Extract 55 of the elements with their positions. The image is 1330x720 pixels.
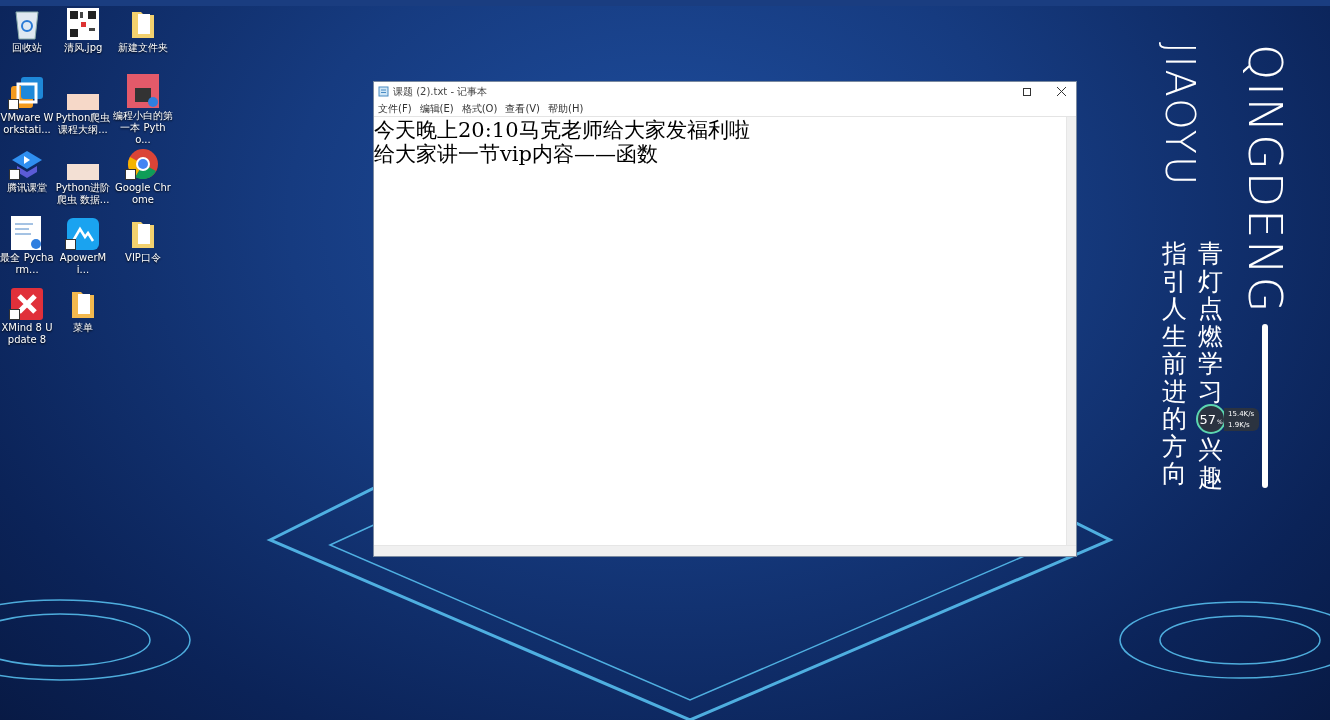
desktop-icon[interactable]: 清风.jpg [54, 4, 112, 74]
wallpaper-slogan: 指引人生前进的方向 [1162, 240, 1187, 488]
qr-code-icon [67, 8, 99, 40]
desktop-icon[interactable]: 最全 Pycharm... [0, 214, 54, 284]
desktop-icon-label: 最全 Pycharm... [0, 252, 54, 276]
app-icon [11, 288, 43, 320]
desktop-icon-label: 菜单 [73, 322, 93, 334]
desktop-icon[interactable]: VIP口令 [112, 214, 174, 284]
horizontal-scrollbar[interactable] [374, 545, 1076, 556]
desktop-icon-label: VMware Workstati... [0, 112, 54, 136]
desktop-icon-label: ApowerMi... [58, 252, 108, 276]
desktop-icon[interactable]: 回收站 [0, 4, 54, 74]
app-icon [67, 218, 99, 250]
desktop-icon-label: Python进阶爬虫 数据... [54, 182, 112, 206]
wallpaper-brand-text: JIAOYU [1160, 42, 1200, 188]
app-icon [10, 76, 44, 110]
desktop-icon-label: 腾讯课堂 [7, 182, 47, 194]
document-thumbnail-icon [67, 94, 99, 110]
text-line: 给大家讲一节vip内容——函数 [374, 142, 660, 166]
desktop-icon-label: 回收站 [12, 42, 42, 54]
desktop-icon[interactable]: 新建文件夹 [112, 4, 174, 74]
desktop-icon-label: Google Chrome [114, 182, 172, 206]
maximize-icon [1023, 87, 1031, 96]
menu-item[interactable]: 帮助(H) [544, 101, 588, 116]
desktop-icon[interactable]: 编程小白的第一本 Pytho... [112, 74, 174, 144]
document-icon [11, 216, 43, 250]
wallpaper-slogan: 青灯点燃学习 [1198, 240, 1223, 405]
desktop-icon[interactable]: XMind 8 Update 8 [0, 284, 54, 354]
play-icon [11, 150, 43, 180]
window-title: 课题 (2).txt - 记事本 [393, 84, 489, 99]
desktop-icon-label: Python爬虫课程大纲... [54, 112, 112, 136]
document-thumbnail-icon [67, 164, 99, 180]
text-line: 今天晚上20:10马克老师给大家发福利啦 [374, 118, 751, 142]
desktop-icon-label: 编程小白的第一本 Pytho... [113, 110, 173, 146]
desktop-icon-label: 新建文件夹 [118, 42, 168, 54]
wallpaper-slogan: 兴趣 [1198, 436, 1223, 491]
desktop-icon-label: 清风.jpg [63, 42, 103, 54]
desktop-icon[interactable]: Python进阶爬虫 数据... [54, 144, 112, 214]
desktop-icon[interactable]: Google Chrome [112, 144, 174, 214]
desktop-icon-label: VIP口令 [125, 252, 161, 264]
close-icon [1056, 87, 1066, 96]
book-cover-icon [127, 74, 159, 108]
notepad-icon [378, 86, 389, 97]
desktop-icon[interactable]: 腾讯课堂 [0, 144, 54, 214]
vertical-scrollbar[interactable] [1066, 117, 1076, 545]
wallpaper-brand-text: QINGDENG [1242, 44, 1288, 315]
desktop-icon[interactable]: 菜单 [54, 284, 112, 354]
desktop-icon[interactable]: Python爬虫课程大纲... [54, 74, 112, 144]
menu-item[interactable]: 文件(F) [374, 101, 416, 116]
menu-item[interactable]: 编辑(E) [415, 101, 458, 116]
desktop-icon[interactable]: VMware Workstati... [0, 74, 54, 144]
desktop-icon[interactable]: ApowerMi... [54, 214, 112, 284]
menu-item[interactable]: 查看(V) [501, 101, 545, 116]
desktop-icon-label: XMind 8 Update 8 [0, 322, 54, 346]
menu-item[interactable]: 格式(O) [457, 101, 502, 116]
